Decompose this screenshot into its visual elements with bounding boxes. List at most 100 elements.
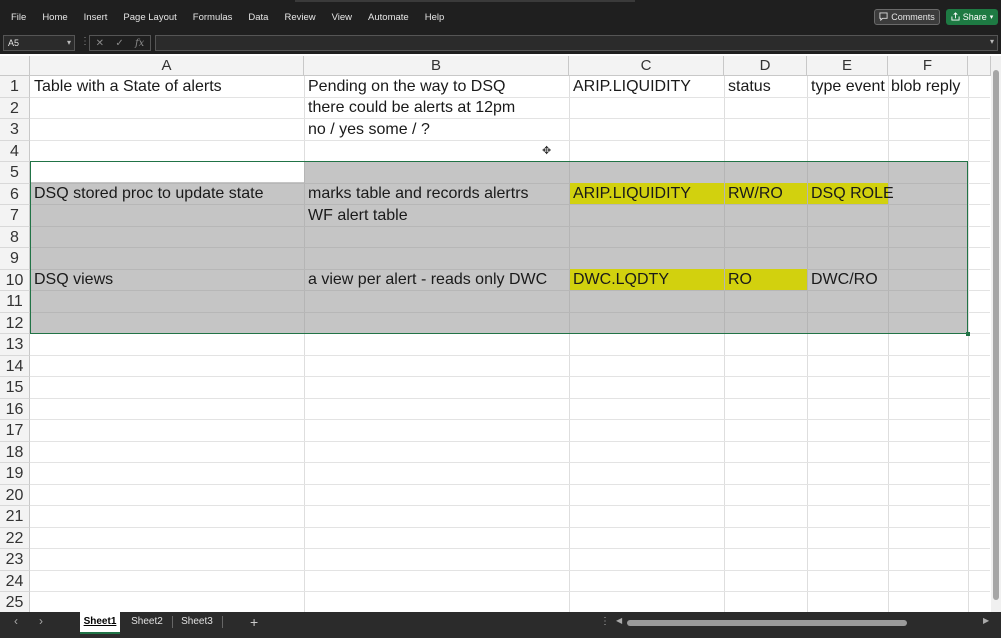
scroll-left-icon[interactable]: ◀ bbox=[616, 616, 622, 625]
tab-sheet2[interactable]: Sheet2 bbox=[127, 612, 167, 632]
menu-review[interactable]: Review bbox=[284, 12, 315, 23]
row-header-6[interactable]: 6 bbox=[0, 183, 30, 205]
cell-e10[interactable]: DWC/RO bbox=[811, 269, 878, 290]
row-header-16[interactable]: 16 bbox=[0, 398, 30, 420]
row-header-19[interactable]: 19 bbox=[0, 463, 30, 485]
row-header-14[interactable]: 14 bbox=[0, 355, 30, 377]
row-header-20[interactable]: 20 bbox=[0, 484, 30, 506]
row-header-24[interactable]: 24 bbox=[0, 570, 30, 592]
cell-a1[interactable]: Table with a State of alerts bbox=[34, 76, 222, 97]
row-header-1[interactable]: 1 bbox=[0, 76, 30, 98]
comments-button[interactable]: Comments bbox=[874, 9, 940, 25]
cell-d6[interactable]: RW/RO bbox=[728, 183, 783, 204]
menu-data[interactable]: Data bbox=[248, 12, 268, 23]
tab-sheet3[interactable]: Sheet3 bbox=[177, 612, 217, 632]
cell-a10[interactable]: DSQ views bbox=[34, 269, 113, 290]
row-header-10[interactable]: 10 bbox=[0, 269, 30, 291]
grid-line bbox=[30, 591, 990, 592]
cell-b2[interactable]: there could be alerts at 12pm bbox=[308, 97, 515, 118]
menu-page-layout[interactable]: Page Layout bbox=[123, 12, 176, 23]
row-header-21[interactable]: 21 bbox=[0, 506, 30, 528]
check-icon[interactable]: ✓ bbox=[115, 38, 123, 49]
column-header-c[interactable]: C bbox=[569, 56, 724, 76]
expand-formula-icon[interactable]: ▾ bbox=[990, 37, 994, 46]
active-cell-a5[interactable] bbox=[31, 162, 304, 182]
grid-line bbox=[30, 139, 990, 141]
row-header-5[interactable]: 5 bbox=[0, 162, 30, 184]
splitter-dots-icon[interactable]: ⋮ bbox=[600, 616, 610, 627]
cell-c6[interactable]: ARIP.LIQUIDITY bbox=[573, 183, 691, 204]
row-header-25[interactable]: 25 bbox=[0, 592, 30, 614]
row-header-12[interactable]: 12 bbox=[0, 312, 30, 334]
column-header-a[interactable]: A bbox=[30, 56, 304, 76]
horizontal-scroll-thumb[interactable] bbox=[627, 620, 907, 626]
cell-e1[interactable]: type event bbox=[811, 76, 885, 97]
column-header-d[interactable]: D bbox=[724, 56, 807, 76]
grid-line bbox=[30, 505, 990, 506]
row-header-13[interactable]: 13 bbox=[0, 334, 30, 356]
add-sheet-icon[interactable]: + bbox=[250, 614, 258, 630]
menu-bar: File Home Insert Page Layout Formulas Da… bbox=[0, 0, 1001, 34]
tab-sheet1[interactable]: Sheet1 bbox=[80, 612, 120, 634]
cell-c10[interactable]: DWC.LQDTY bbox=[573, 269, 669, 290]
row-header-18[interactable]: 18 bbox=[0, 441, 30, 463]
cell-b1[interactable]: Pending on the way to DSQ bbox=[308, 76, 505, 97]
menu-insert[interactable]: Insert bbox=[84, 12, 108, 23]
grid-line bbox=[30, 376, 990, 377]
menu-formulas[interactable]: Formulas bbox=[193, 12, 233, 23]
share-button[interactable]: Share ▾ bbox=[946, 9, 998, 25]
row-header-23[interactable]: 23 bbox=[0, 549, 30, 571]
grid-line bbox=[30, 397, 990, 399]
formula-input[interactable]: ▾ bbox=[155, 35, 998, 51]
select-all-corner[interactable] bbox=[0, 56, 30, 76]
cell-f1[interactable]: blob reply bbox=[891, 76, 960, 97]
row-header-22[interactable]: 22 bbox=[0, 527, 30, 549]
grid-line bbox=[30, 548, 990, 549]
prev-sheet-icon[interactable]: ‹ bbox=[14, 614, 18, 628]
chevron-down-icon[interactable]: ▾ bbox=[67, 36, 71, 50]
row-header-7[interactable]: 7 bbox=[0, 205, 30, 227]
scroll-right-icon[interactable]: ▶ bbox=[983, 616, 989, 625]
menu-file[interactable]: File bbox=[11, 12, 26, 23]
vertical-scroll-thumb[interactable] bbox=[993, 70, 999, 600]
cell-b7[interactable]: WF alert table bbox=[308, 205, 408, 226]
cell-b10[interactable]: a view per alert - reads only DWC bbox=[308, 269, 547, 290]
cancel-icon[interactable]: ✕ bbox=[96, 38, 104, 49]
fill-handle[interactable] bbox=[966, 332, 970, 336]
cell-b6[interactable]: marks table and records alertrs bbox=[308, 183, 529, 204]
row-header-9[interactable]: 9 bbox=[0, 248, 30, 270]
row-header-4[interactable]: 4 bbox=[0, 140, 30, 162]
cell-b3[interactable]: no / yes some / ? bbox=[308, 119, 430, 140]
column-header-blank bbox=[968, 56, 991, 76]
name-box[interactable]: A5 ▾ bbox=[3, 35, 75, 51]
grid-line bbox=[968, 76, 969, 612]
cell-c1[interactable]: ARIP.LIQUIDITY bbox=[573, 76, 691, 97]
row-header-15[interactable]: 15 bbox=[0, 377, 30, 399]
row-header-11[interactable]: 11 bbox=[0, 291, 30, 313]
row-header-8[interactable]: 8 bbox=[0, 226, 30, 248]
grid-line bbox=[888, 76, 889, 612]
menu-automate[interactable]: Automate bbox=[368, 12, 409, 23]
column-header-f[interactable]: F bbox=[888, 56, 968, 76]
cell-d1[interactable]: status bbox=[728, 76, 771, 97]
row-header-17[interactable]: 17 bbox=[0, 420, 30, 442]
next-sheet-icon[interactable]: › bbox=[39, 614, 43, 628]
menu-tabs: File Home Insert Page Layout Formulas Da… bbox=[0, 0, 452, 34]
menu-view[interactable]: View bbox=[332, 12, 352, 23]
tab-separator bbox=[222, 616, 223, 628]
menu-help[interactable]: Help bbox=[425, 12, 445, 23]
cell-d10[interactable]: RO bbox=[728, 269, 752, 290]
menu-home[interactable]: Home bbox=[42, 12, 67, 23]
cell-e6[interactable]: DSQ ROLE bbox=[811, 183, 894, 204]
row-header-3[interactable]: 3 bbox=[0, 119, 30, 141]
grid-line bbox=[807, 76, 808, 612]
row-header-2[interactable]: 2 bbox=[0, 97, 30, 119]
cell-a6[interactable]: DSQ stored proc to update state bbox=[34, 183, 263, 204]
grid-line bbox=[30, 440, 990, 442]
tab-separator bbox=[172, 616, 173, 628]
formula-icons: ✕ ✓ fx bbox=[89, 35, 151, 51]
column-header-b[interactable]: B bbox=[304, 56, 569, 76]
column-header-e[interactable]: E bbox=[807, 56, 888, 76]
insert-function-icon[interactable]: fx bbox=[135, 38, 144, 49]
grid-line bbox=[724, 76, 725, 612]
